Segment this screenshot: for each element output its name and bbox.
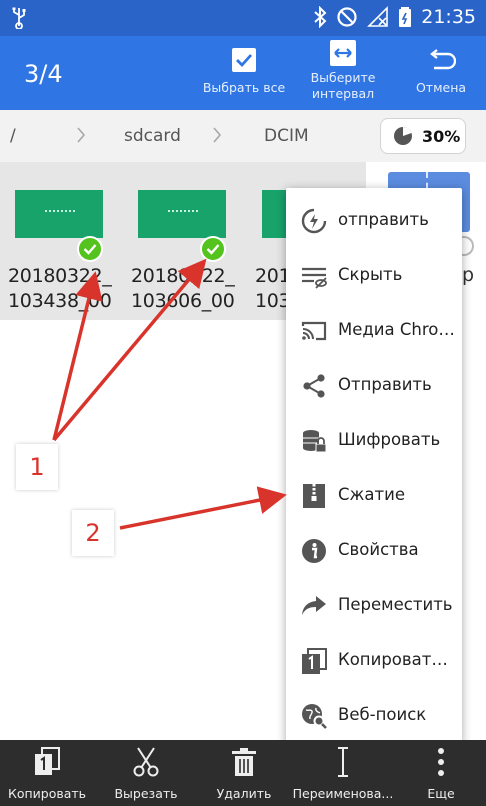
breadcrumb-item-dcim[interactable]: DCIM (264, 126, 309, 146)
trash-icon (232, 748, 256, 776)
cut-button[interactable]: Вырезать (104, 744, 188, 801)
menu-item-label: Медиа Chromecast (338, 320, 456, 339)
bluetooth-icon (314, 6, 327, 28)
usb-icon (12, 7, 26, 29)
file-name-partial: p (462, 264, 475, 286)
menu-item-web-search[interactable]: Веб-поиск (286, 689, 462, 743)
file-name: 20180322_ 103606_00 (131, 265, 235, 312)
scissors-icon (133, 747, 159, 777)
cancel-button[interactable]: Отмена (406, 44, 476, 96)
menu-item-label: Переместить (338, 595, 453, 614)
selection-action-bar: 3/4 Выбрать все Выберите интервал Отмена (0, 36, 486, 110)
hide-icon (300, 262, 328, 290)
menu-item-hide[interactable]: Скрыть (286, 249, 462, 303)
no-signal-icon (367, 6, 389, 27)
cast-icon (300, 317, 328, 345)
delete-button[interactable]: Удалить (204, 744, 284, 801)
copy-icon (35, 747, 60, 775)
image-thumbnail (138, 190, 226, 238)
text-cursor-icon (338, 747, 348, 777)
more-vertical-icon (438, 748, 444, 776)
clock: 21:35 (421, 6, 476, 28)
share-alt-icon (300, 207, 328, 235)
menu-item-send-alt[interactable]: отправить (286, 194, 462, 248)
menu-item-label: Свойства (338, 540, 419, 559)
checkbox-checked-icon (232, 48, 256, 72)
menu-item-properties[interactable]: Свойства (286, 524, 462, 578)
menu-item-share[interactable]: Отправить (286, 359, 462, 413)
select-interval-button[interactable]: Выберите интервал (304, 38, 382, 102)
select-all-button[interactable]: Выбрать все (200, 44, 288, 96)
chevron-right-icon (76, 126, 86, 149)
menu-item-move[interactable]: Переместить (286, 579, 462, 633)
selected-check-icon (77, 236, 103, 262)
pie-chart-icon (394, 126, 412, 145)
menu-item-label: отправить (338, 210, 429, 229)
file-name: 20180322_ 103438_00 (8, 265, 112, 312)
menu-item-label: Копировать в (338, 650, 456, 669)
menu-item-label: Шифровать (338, 430, 441, 449)
breadcrumb-root[interactable]: / (10, 126, 16, 146)
share-icon (300, 372, 328, 400)
info-icon (300, 537, 328, 565)
undo-arrow-icon (430, 49, 456, 70)
copy-button[interactable]: Копировать (0, 744, 94, 801)
rename-button[interactable]: Переименова... (290, 744, 396, 801)
cut-label: Вырезать (114, 786, 178, 801)
menu-item-chromecast[interactable]: Медиа Chromecast (286, 304, 462, 358)
more-label: Еще (427, 786, 455, 801)
interval-icon (330, 40, 356, 66)
rename-label: Переименова... (292, 786, 394, 801)
selected-check-icon (200, 236, 226, 262)
battery-icon (399, 7, 412, 27)
storage-usage-badge[interactable]: 30% (380, 118, 466, 154)
web-search-icon (300, 702, 328, 730)
move-icon (300, 592, 328, 620)
encrypt-icon (300, 427, 328, 455)
select-all-label: Выбрать все (202, 80, 286, 95)
menu-item-copy-to[interactable]: Копировать в (286, 634, 462, 688)
menu-item-label: Отправить (338, 375, 432, 394)
menu-item-encrypt[interactable]: Шифровать (286, 414, 462, 468)
menu-item-label: Сжатие (338, 485, 405, 504)
chevron-right-icon (212, 126, 222, 149)
status-bar: 21:35 (0, 0, 486, 36)
do-not-disturb-icon (337, 7, 357, 27)
storage-percent: 30% (422, 126, 461, 146)
more-button[interactable]: Еще (410, 744, 472, 801)
select-interval-label: Выберите интервал (310, 70, 376, 101)
bottom-toolbar: Копировать Вырезать Удалить Переименова.… (0, 740, 486, 806)
context-menu: отправить Скрыть Медиа Chromecast (286, 188, 462, 744)
menu-item-compress[interactable]: Сжатие (286, 469, 462, 523)
annotation-label-1: 1 (16, 444, 58, 490)
annotation-label-2: 2 (72, 510, 114, 556)
compress-icon (300, 482, 328, 510)
image-thumbnail (15, 190, 103, 238)
breadcrumb-item-sdcard[interactable]: sdcard (124, 126, 181, 146)
copy-to-icon (300, 647, 328, 675)
selection-count: 3/4 (24, 60, 63, 88)
copy-label: Копировать (7, 786, 87, 801)
menu-item-label: Веб-поиск (338, 705, 427, 724)
menu-item-label: Скрыть (338, 265, 403, 284)
delete-label: Удалить (216, 786, 272, 801)
cancel-label: Отмена (415, 80, 467, 95)
